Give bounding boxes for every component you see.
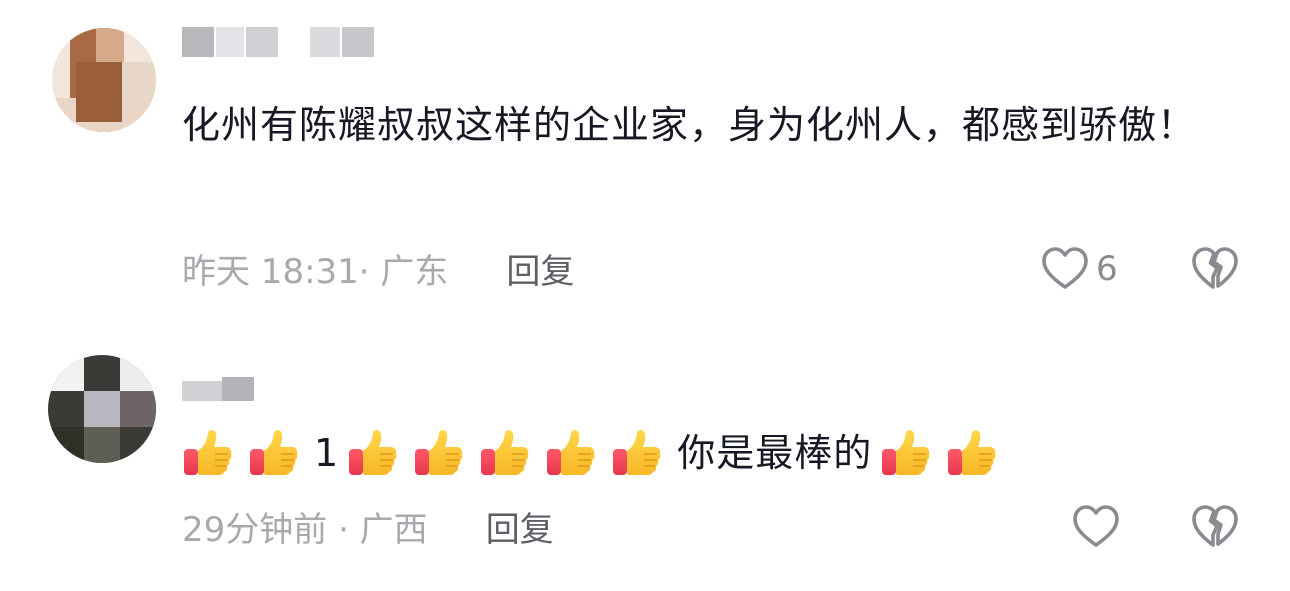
comment-text: 1 你是最棒的 [182, 418, 1252, 488]
time-location: 昨天 18:31· 广东 [182, 252, 449, 292]
username[interactable] [182, 27, 382, 57]
username[interactable] [182, 377, 262, 407]
thumbs-up-emoji [248, 427, 300, 479]
broken-heart-icon[interactable] [1190, 502, 1240, 552]
time-location: 29分钟前 · 广西 [182, 510, 428, 550]
like-button[interactable] [1071, 502, 1127, 552]
thumbs-up-emoji [880, 427, 932, 479]
avatar[interactable] [48, 355, 156, 463]
comment-text: 化州有陈耀叔叔这样的企业家，身为化州人，都感到骄傲！ [182, 103, 1197, 147]
thumbs-up-emoji [479, 427, 531, 479]
thumbs-up-emoji [182, 427, 234, 479]
comment-meta: 昨天 18:31· 广东 回复 [182, 244, 574, 293]
comment-text-part: 1 [314, 431, 340, 475]
thumbs-up-emoji [413, 427, 465, 479]
comment-item: 1 你是最棒的 29分钟前 · 广西 回复 [0, 340, 1290, 591]
thumbs-up-emoji [611, 427, 663, 479]
comment-text-part: 你是最棒的 [677, 431, 873, 475]
like-count: 6 [1096, 249, 1118, 289]
heart-icon [1071, 502, 1121, 552]
broken-heart-icon[interactable] [1190, 244, 1240, 294]
avatar[interactable] [52, 28, 156, 132]
thumbs-up-emoji [946, 427, 998, 479]
reply-button[interactable]: 回复 [506, 244, 574, 293]
like-button[interactable]: 6 [1040, 244, 1118, 294]
heart-icon [1040, 244, 1090, 294]
comment-item: 化州有陈耀叔叔这样的企业家，身为化州人，都感到骄傲！ 昨天 18:31· 广东 … [0, 0, 1290, 320]
thumbs-up-emoji [545, 427, 597, 479]
comment-meta: 29分钟前 · 广西 回复 [182, 502, 554, 551]
reply-button[interactable]: 回复 [486, 502, 554, 551]
thumbs-up-emoji [347, 427, 399, 479]
